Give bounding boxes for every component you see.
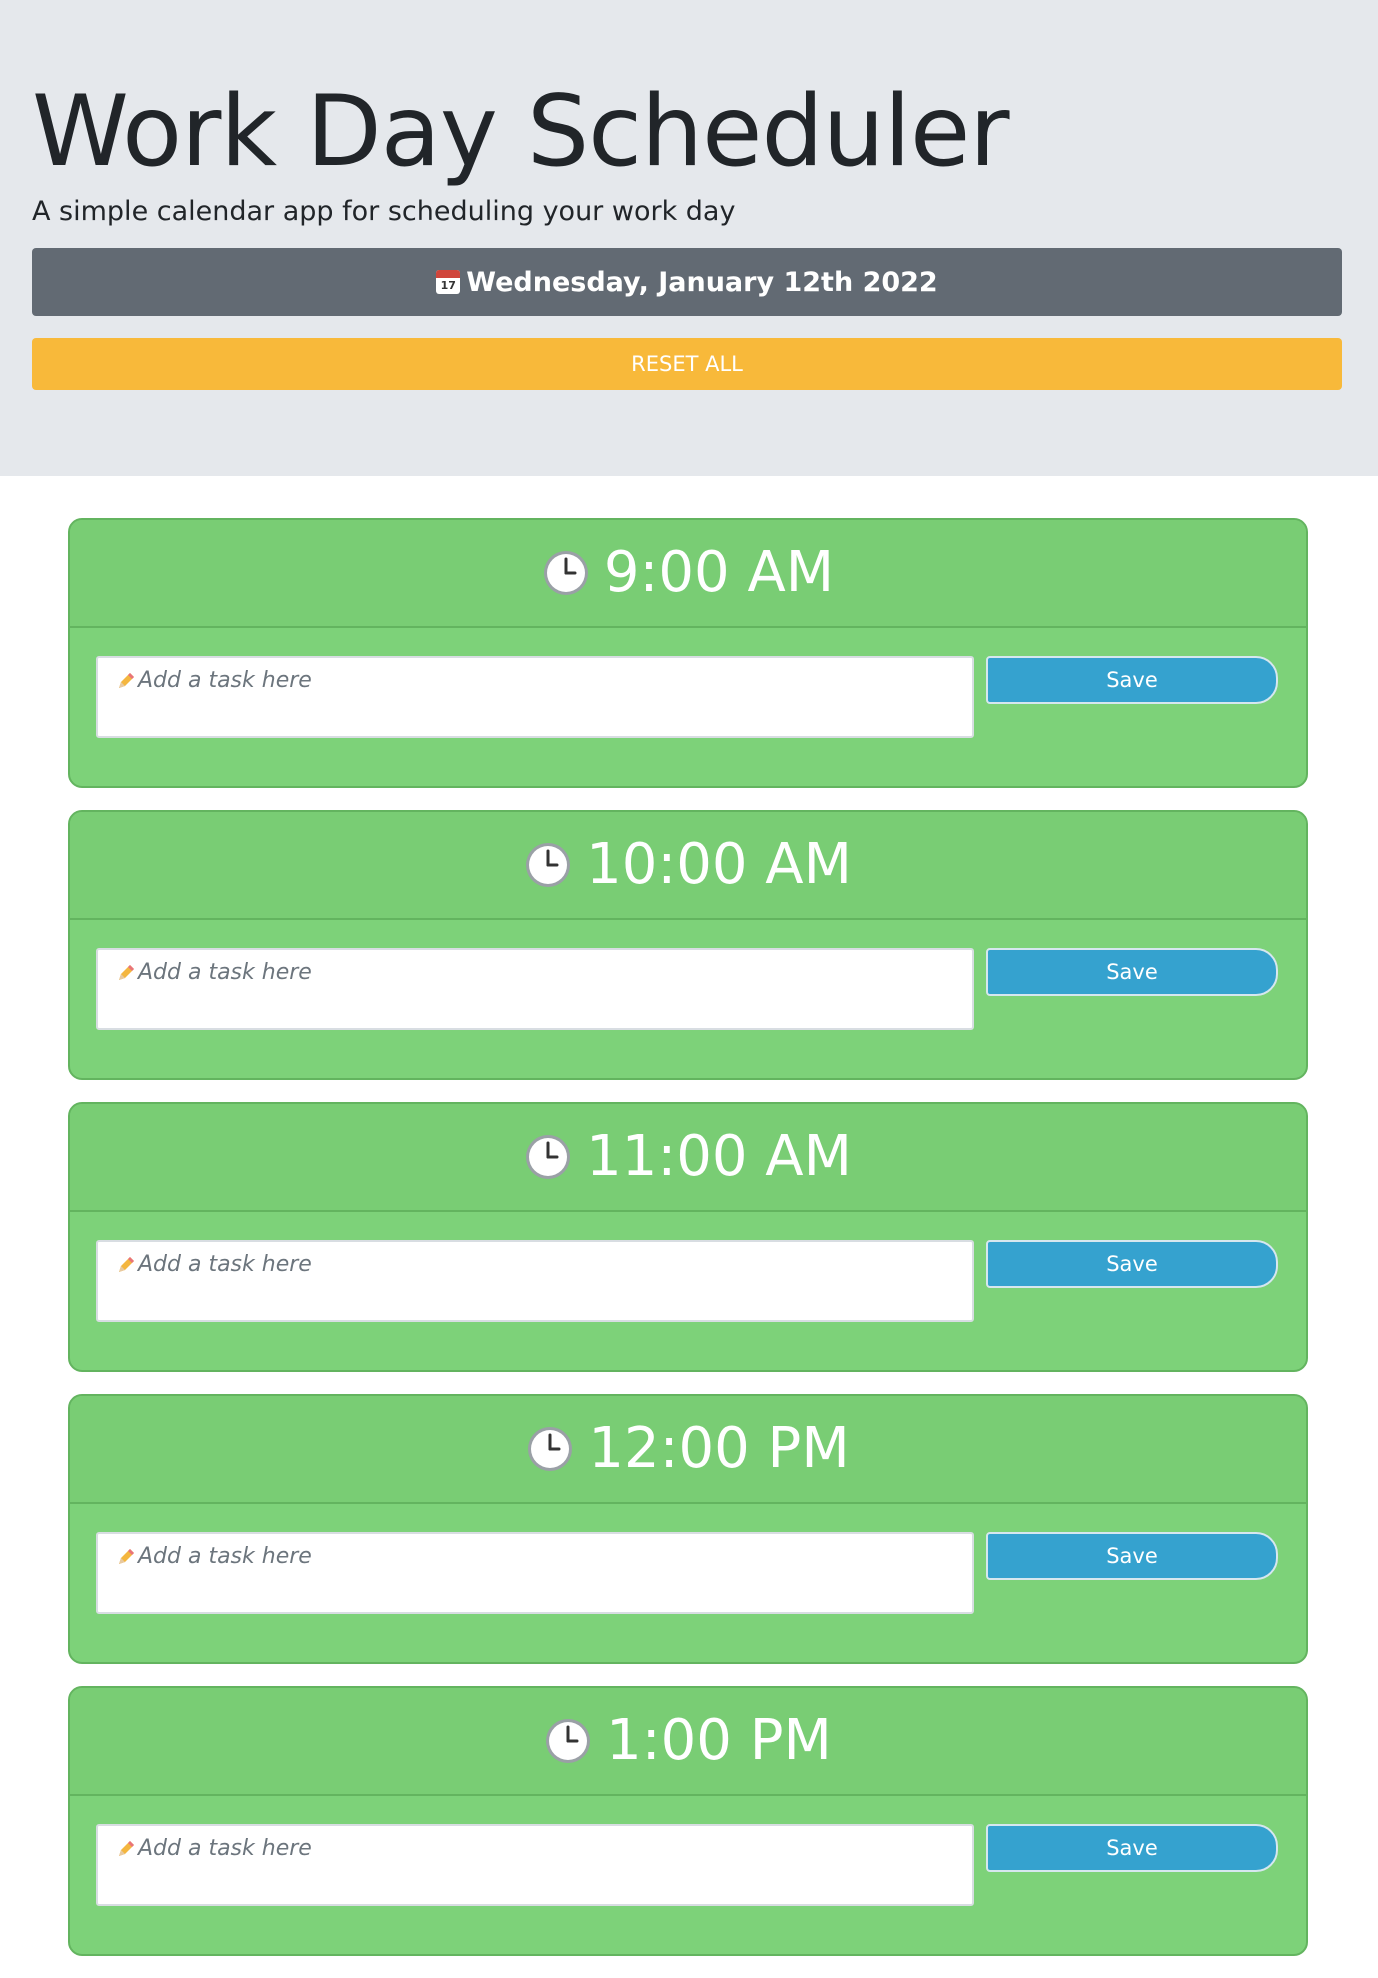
task-input[interactable]: Add a task here [96, 1240, 974, 1322]
pencil-icon [119, 1549, 134, 1564]
time-slot-header: 1:00 PM [70, 1688, 1306, 1796]
time-slot: 10:00 AM Add a task here Save [68, 810, 1308, 1080]
time-slot: 1:00 PM Add a task here Save [68, 1686, 1308, 1956]
clock-icon [528, 1427, 573, 1471]
save-button[interactable]: Save [986, 1532, 1278, 1580]
slot-time-label: 12:00 PM [588, 1416, 850, 1481]
time-slot: 11:00 AM Add a task here Save [68, 1102, 1308, 1372]
task-placeholder: Add a task here [138, 1252, 312, 1277]
slot-time-label: 1:00 PM [606, 1708, 832, 1773]
pencil-icon [119, 1257, 134, 1272]
save-button[interactable]: Save [986, 656, 1278, 704]
time-slot-header: 11:00 AM [70, 1104, 1306, 1212]
clock-icon [543, 551, 588, 595]
task-input[interactable]: Add a task here [96, 1532, 974, 1614]
time-slot-header: 9:00 AM [70, 520, 1306, 628]
clock-icon [526, 1135, 571, 1179]
pencil-icon [119, 1841, 134, 1856]
task-placeholder: Add a task here [138, 668, 312, 693]
time-slot-header: 10:00 AM [70, 812, 1306, 920]
clock-icon [546, 1719, 591, 1763]
task-placeholder: Add a task here [138, 1836, 312, 1861]
header: Work Day Scheduler A simple calendar app… [0, 0, 1378, 476]
reset-all-button[interactable]: RESET ALL [32, 338, 1342, 390]
task-input[interactable]: Add a task here [96, 948, 974, 1030]
calendar-icon: 17 [436, 270, 461, 294]
save-button[interactable]: Save [986, 1824, 1278, 1872]
task-input[interactable]: Add a task here [96, 656, 974, 738]
time-slot: 12:00 PM Add a task here Save [68, 1394, 1308, 1664]
slot-time-label: 11:00 AM [586, 1124, 852, 1189]
save-button[interactable]: Save [986, 1240, 1278, 1288]
task-placeholder: Add a task here [138, 1544, 312, 1569]
slot-time-label: 10:00 AM [586, 832, 852, 897]
save-button[interactable]: Save [986, 948, 1278, 996]
task-input[interactable]: Add a task here [96, 1824, 974, 1906]
task-placeholder: Add a task here [138, 960, 312, 985]
time-slot-header: 12:00 PM [70, 1396, 1306, 1504]
current-date-bar: 17 Wednesday, January 12th 2022 [32, 248, 1342, 316]
time-slot: 9:00 AM Add a task here Save [68, 518, 1308, 788]
page-subtitle: A simple calendar app for scheduling you… [32, 196, 736, 227]
clock-icon [526, 843, 571, 887]
page-title: Work Day Scheduler [32, 75, 1010, 189]
current-date: Wednesday, January 12th 2022 [466, 266, 938, 298]
pencil-icon [119, 673, 134, 688]
slot-time-label: 9:00 AM [603, 540, 835, 605]
pencil-icon [119, 965, 134, 980]
time-slot-list: 9:00 AM Add a task here Save 10:00 AM Ad… [68, 518, 1308, 1978]
